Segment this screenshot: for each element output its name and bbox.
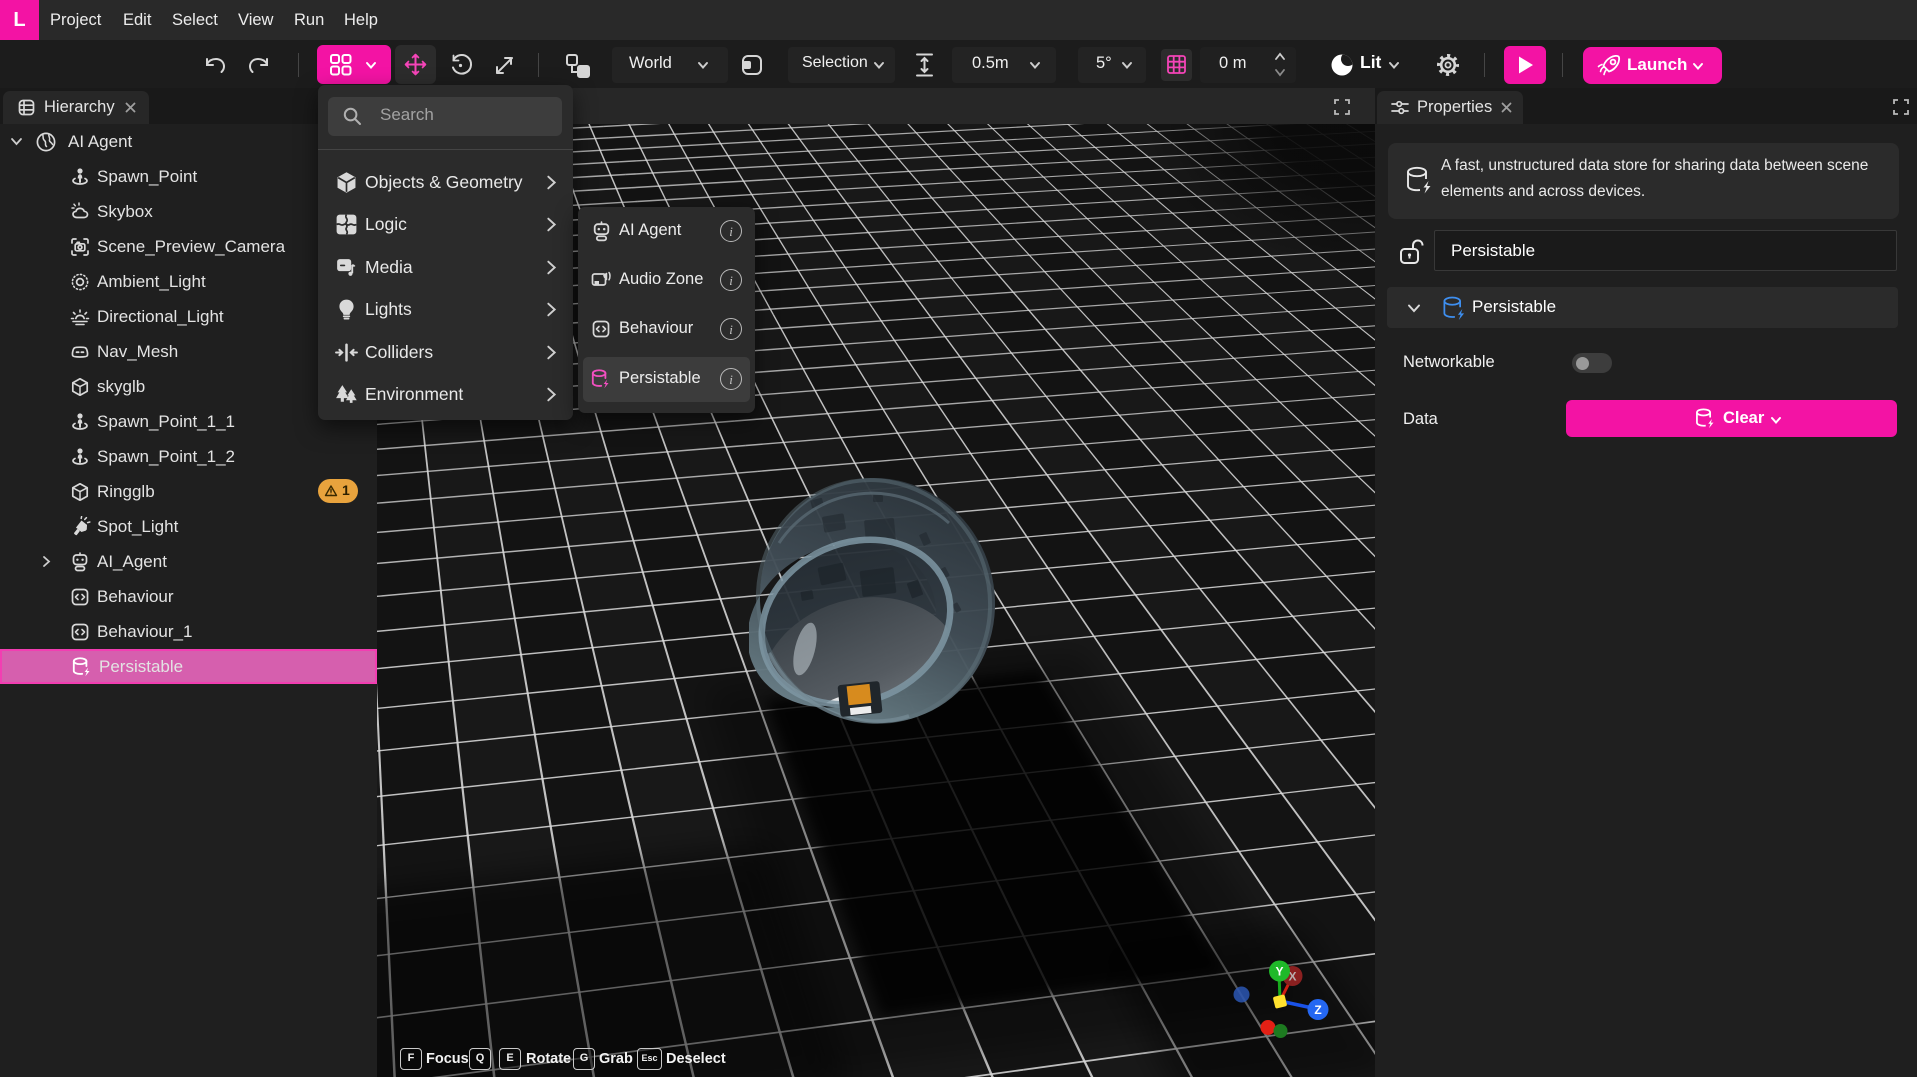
svg-text:Z: Z [1314, 1003, 1321, 1017]
svg-text:Y: Y [1275, 965, 1283, 979]
